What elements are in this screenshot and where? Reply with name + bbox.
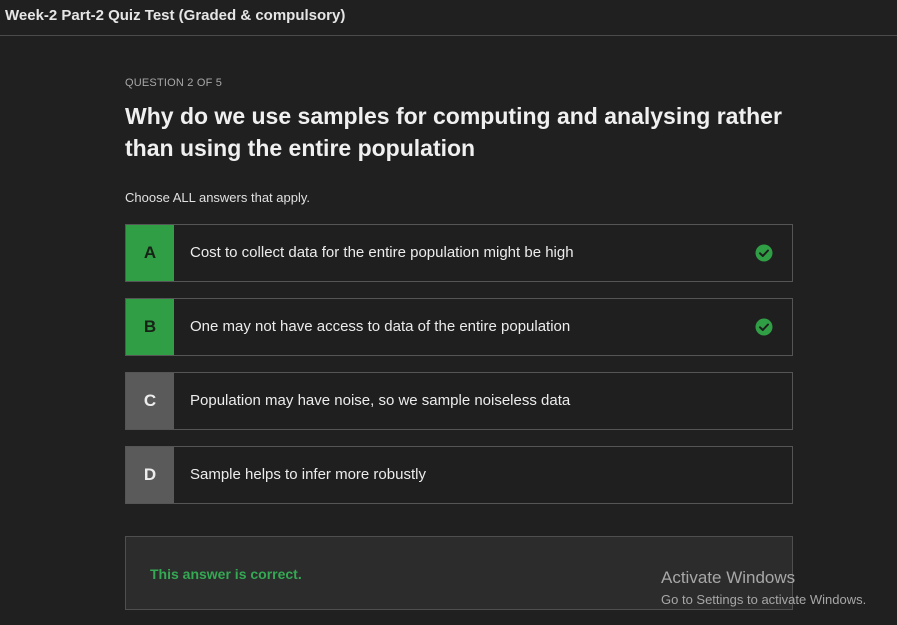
activate-windows-watermark: Activate Windows Go to Settings to activ… <box>661 568 866 612</box>
check-circle-icon <box>755 318 773 336</box>
answer-option-b[interactable]: B One may not have access to data of the… <box>125 298 793 356</box>
option-text: Population may have noise, so we sample … <box>190 392 571 409</box>
option-letter: A <box>126 225 174 281</box>
question-counter: QUESTION 2 OF 5 <box>125 77 223 89</box>
option-letter: B <box>126 299 174 355</box>
watermark-subtitle: Go to Settings to activate Windows. <box>661 592 867 607</box>
option-text: Cost to collect data for the entire popu… <box>190 244 574 261</box>
question-text: Why do we use samples for computing and … <box>125 103 782 161</box>
top-bar: Week-2 Part-2 Quiz Test (Graded & compul… <box>0 0 897 36</box>
answer-option-d[interactable]: D Sample helps to infer more robustly <box>125 446 793 504</box>
feedback-message: This answer is correct. <box>150 566 302 582</box>
option-letter: D <box>126 447 174 503</box>
answer-option-a[interactable]: A Cost to collect data for the entire po… <box>125 224 793 282</box>
answer-instruction: Choose ALL answers that apply. <box>125 190 311 205</box>
option-letter: C <box>126 373 174 429</box>
quiz-title: Week-2 Part-2 Quiz Test (Graded & compul… <box>5 7 346 24</box>
option-text: One may not have access to data of the e… <box>190 318 571 335</box>
answer-option-c[interactable]: C Population may have noise, so we sampl… <box>125 372 793 430</box>
option-text: Sample helps to infer more robustly <box>190 466 426 483</box>
check-circle-icon <box>755 244 773 262</box>
watermark-title: Activate Windows <box>661 568 796 587</box>
